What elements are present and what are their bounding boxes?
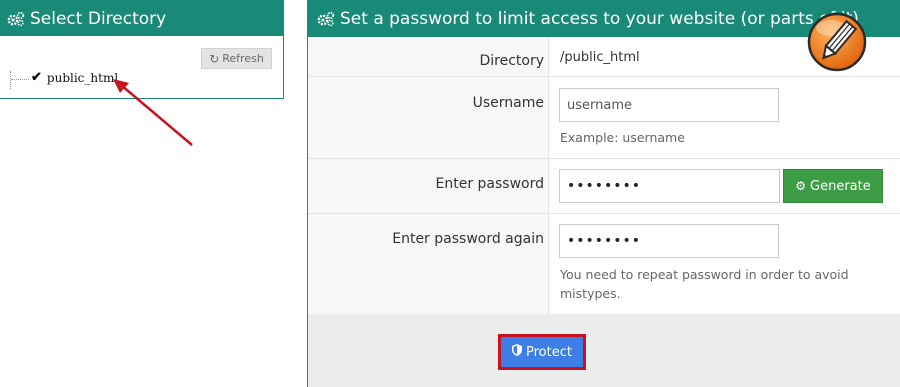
password-again-label: Enter password again	[392, 231, 544, 247]
directory-value: /public_html	[560, 50, 640, 65]
directory-label: Directory	[479, 53, 544, 69]
generate-button[interactable]: ⚙ Generate	[783, 169, 883, 203]
username-value: username	[567, 97, 632, 113]
select-directory-title: Select Directory	[30, 8, 167, 29]
check-icon: ✔	[31, 70, 42, 85]
password-value: ••••••••	[567, 178, 642, 194]
form-footer: Protect	[308, 314, 900, 387]
pencil-icon	[807, 12, 867, 72]
protect-button[interactable]: Protect	[498, 334, 586, 370]
tree-branch-line	[11, 79, 29, 80]
cogs-icon	[7, 11, 25, 27]
protect-label: Protect	[526, 344, 572, 360]
select-directory-header: Select Directory	[0, 1, 283, 36]
generate-label: Generate	[810, 178, 871, 194]
refresh-label: Refresh	[222, 52, 264, 65]
password-input[interactable]: ••••••••	[559, 169, 780, 203]
password-protect-title: Set a password to limit access to your w…	[340, 8, 859, 29]
password-label: Enter password	[435, 176, 545, 192]
tree-guide-line	[10, 71, 11, 89]
username-label: Username	[472, 95, 544, 111]
gear-icon: ⚙	[795, 179, 807, 193]
username-input[interactable]: username	[559, 88, 779, 122]
username-row: Username username Example: username	[308, 77, 900, 159]
password-again-input[interactable]: ••••••••	[559, 224, 779, 258]
username-help: Example: username	[560, 130, 685, 145]
refresh-button[interactable]: ↻ Refresh	[201, 48, 272, 69]
password-again-value: ••••••••	[567, 233, 642, 249]
shield-icon	[512, 344, 523, 360]
cogs-icon	[317, 11, 335, 27]
password-again-help: You need to repeat password in order to …	[560, 267, 849, 301]
password-again-row: Enter password again •••••••• You need t…	[308, 214, 900, 314]
refresh-icon: ↻	[209, 51, 220, 66]
annotation-arrow	[113, 79, 193, 146]
